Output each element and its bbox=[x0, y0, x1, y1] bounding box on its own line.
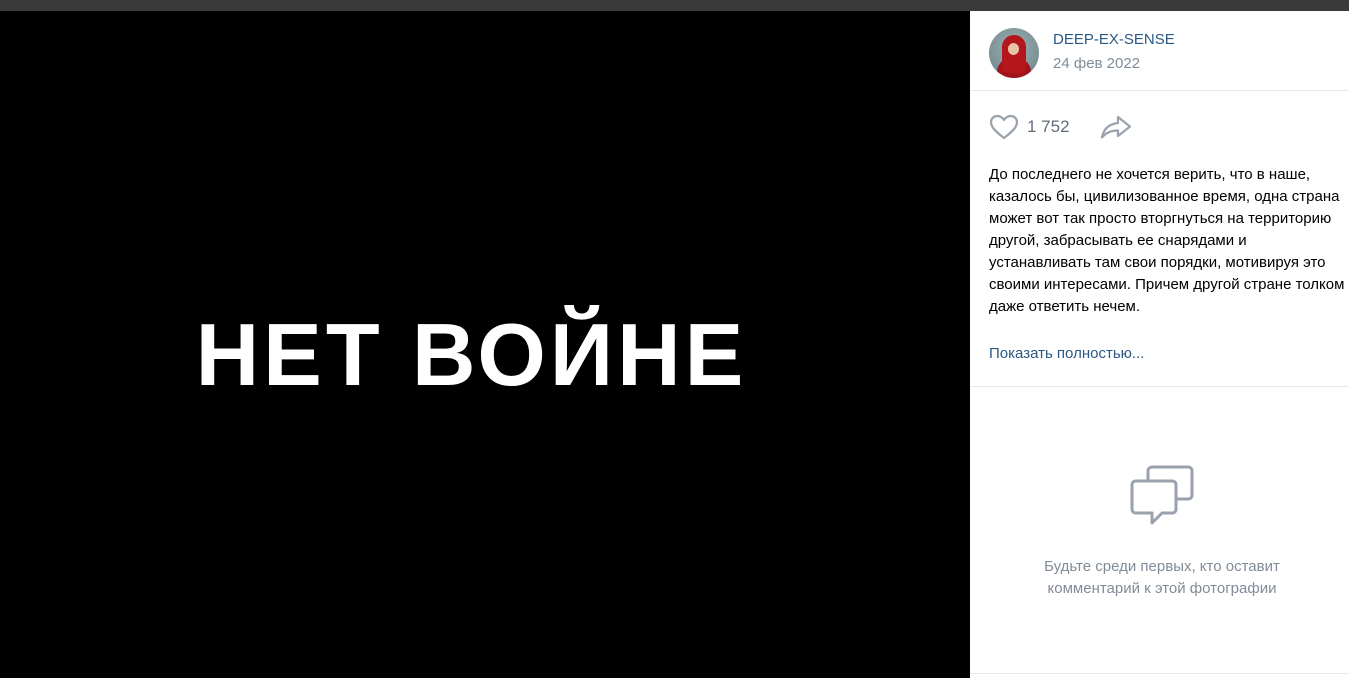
post-panel: DEEP-EX-SENSE 24 фев 2022 1 752 До после… bbox=[970, 11, 1349, 678]
comment-bubbles-icon bbox=[1130, 465, 1194, 525]
post-header: DEEP-EX-SENSE 24 фев 2022 bbox=[970, 11, 1349, 91]
post-date[interactable]: 24 фев 2022 bbox=[1053, 55, 1140, 72]
divider bbox=[970, 673, 1349, 674]
avatar[interactable] bbox=[989, 28, 1039, 78]
show-more-link[interactable]: Показать полностью... bbox=[989, 345, 1144, 362]
empty-comments-line-2: комментарий к этой фотографии bbox=[1047, 580, 1277, 597]
share-icon[interactable] bbox=[1100, 114, 1133, 140]
divider bbox=[970, 386, 1349, 387]
heart-icon[interactable] bbox=[989, 114, 1019, 140]
author-name[interactable]: DEEP-EX-SENSE bbox=[1053, 31, 1175, 48]
photo-viewer[interactable]: НЕТ ВОЙНЕ bbox=[0, 11, 970, 678]
like-count: 1 752 bbox=[1027, 117, 1070, 136]
post-actions: 1 752 bbox=[970, 91, 1349, 161]
empty-comments-message: Будьте среди первых, кто оставит коммент… bbox=[970, 556, 1349, 600]
top-bar bbox=[0, 0, 1349, 11]
photo-caption-text: НЕТ ВОЙНЕ bbox=[195, 305, 748, 404]
empty-comments-line-1: Будьте среди первых, кто оставит bbox=[1044, 558, 1280, 575]
post-text: До последнего не хочется верить, что в н… bbox=[989, 166, 1345, 315]
